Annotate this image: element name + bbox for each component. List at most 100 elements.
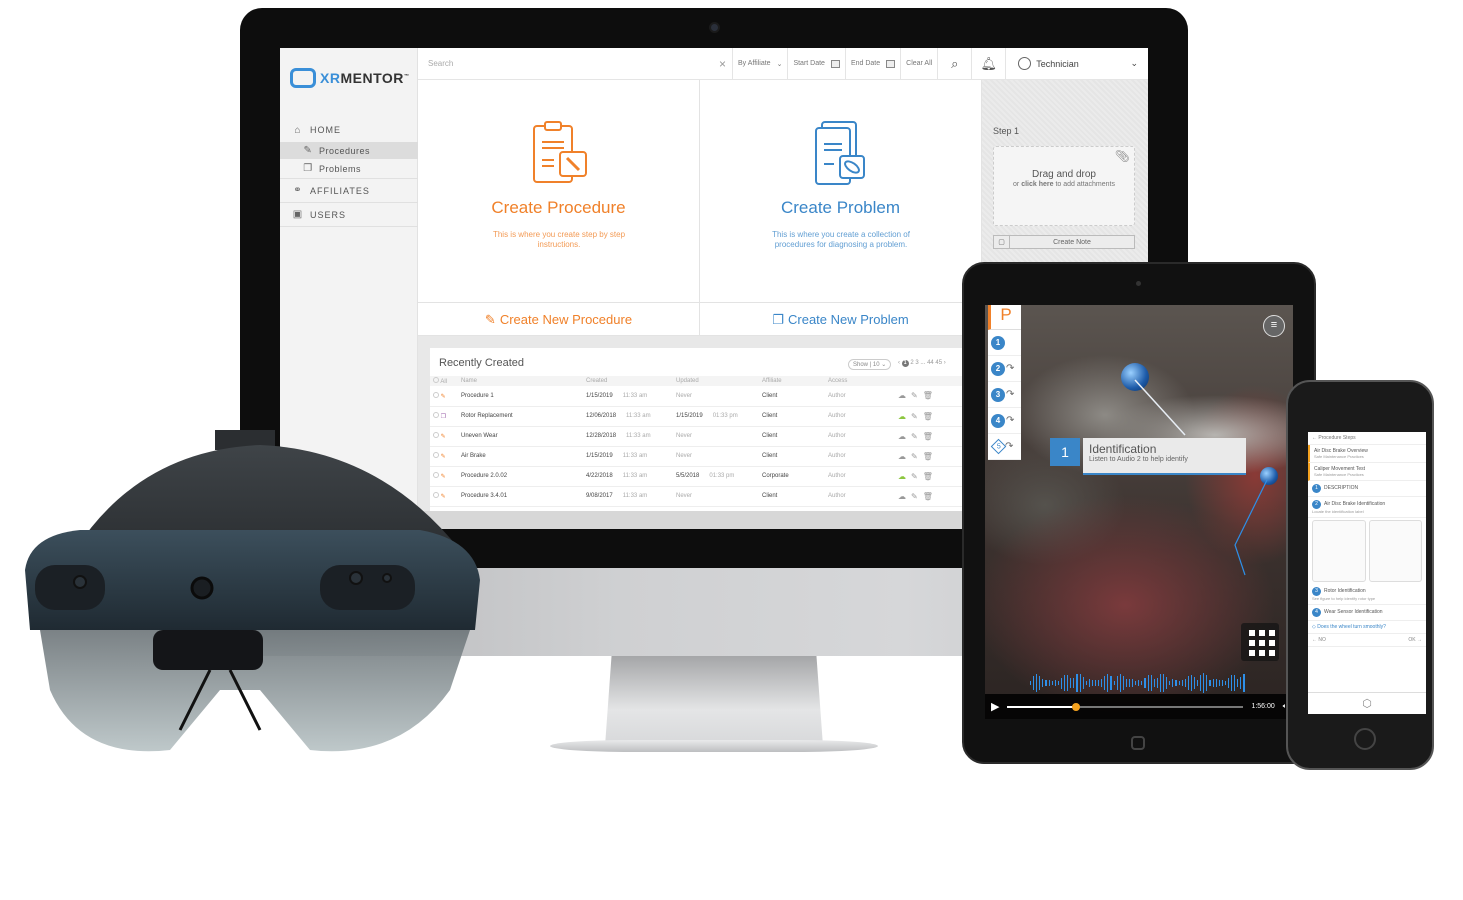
cloud-upload-icon[interactable]: ☁ — [898, 492, 911, 501]
edit-icon[interactable]: ✎ — [911, 452, 923, 461]
create-new-problem-button[interactable]: ❐ Create New Problem — [700, 302, 981, 336]
recently-created-panel: Recently Created Show | 10 ⌄ ‹ 1 2 3 ...… — [430, 348, 982, 511]
phone-step-item[interactable]: 2 Air Disc Brake Identification Locate the… — [1308, 497, 1426, 518]
row-checkbox[interactable]: ❐ — [430, 406, 458, 427]
start-date-field[interactable]: Start Date — [788, 48, 846, 80]
edit-icon[interactable]: ✎ — [911, 472, 923, 481]
waveform-bar — [1088, 679, 1090, 687]
table-row[interactable]: ✎ Procedure 2.0.02 4/22/2018 11:33 am 5/5… — [430, 466, 982, 487]
cloud-upload-icon[interactable]: ☁ — [898, 432, 911, 441]
cloud-synced-icon[interactable]: ☁ — [898, 412, 911, 421]
seek-handle[interactable] — [1071, 702, 1080, 711]
no-button[interactable]: ← NO — [1312, 637, 1326, 643]
trash-icon[interactable]: 🗑︎ — [923, 432, 938, 441]
sidebar-item-home[interactable]: ⌂ HOME — [280, 118, 418, 142]
procedure-icon: ✎ — [303, 145, 313, 156]
waveform-bar — [1206, 675, 1208, 691]
card-description: This is where you create a collection of… — [772, 230, 910, 249]
phone-step-item[interactable]: 1 DESCRIPTION — [1308, 481, 1426, 497]
waveform-bar — [1045, 679, 1047, 687]
cloud-upload-icon[interactable]: ☁ — [898, 452, 911, 461]
trash-icon[interactable]: 🗑︎ — [923, 452, 938, 461]
notifications-button[interactable]: 🔔︎ — [972, 48, 1007, 80]
phone-step-item[interactable]: ◇ Does the wheel turn smoothly? — [1308, 621, 1426, 634]
page-link[interactable]: 45 — [935, 360, 942, 366]
edit-icon[interactable]: ✎ — [911, 432, 923, 441]
search-input[interactable]: Search × — [418, 48, 733, 80]
step-item[interactable]: 3 ↷ — [988, 382, 1021, 408]
row-name[interactable]: Procedure 1 — [458, 386, 583, 407]
brake-caliper-image[interactable] — [1312, 520, 1366, 582]
table-row[interactable]: ✎ Procedure 3.4.01 9/08/2017 11:33 am Nev… — [430, 486, 982, 507]
step-item[interactable]: 4 ↷ — [988, 408, 1021, 434]
back-arrow-icon[interactable]: ← — [1312, 435, 1317, 441]
menu-button[interactable]: ≡ — [1263, 315, 1285, 337]
waveform-bar — [1113, 680, 1115, 686]
affiliate-filter-dropdown[interactable]: By Affiliate ⌄ — [733, 48, 789, 80]
apps-grid-button[interactable] — [1241, 623, 1279, 661]
table-row[interactable]: ❐ Rotor Replacement 12/06/2018 11:33 am 1… — [430, 406, 982, 427]
attachment-dropzone[interactable]: 📎︎ Drag and drop or click here to add at… — [993, 146, 1135, 226]
phone-step-item[interactable]: 4 Wear Sensor Identification — [1308, 605, 1426, 621]
create-problem-card[interactable]: Create Problem This is where you create … — [700, 80, 982, 336]
cloud-upload-icon[interactable]: ☁ — [898, 391, 911, 400]
column-header: Created — [583, 376, 673, 386]
edit-icon[interactable]: ✎ — [911, 391, 923, 400]
step-item[interactable]: 1 — [988, 330, 1021, 356]
step-item[interactable]: 5 ↷ — [988, 434, 1021, 460]
click-here-link[interactable]: click here — [1021, 181, 1053, 188]
create-procedure-card[interactable]: Create Procedure This is where you creat… — [418, 80, 700, 336]
edit-icon[interactable]: ✎ — [911, 492, 923, 501]
hex-logo-icon[interactable]: ⬡ — [1362, 698, 1372, 710]
current-page[interactable]: 1 — [901, 360, 909, 367]
waveform-bar — [1224, 680, 1226, 686]
row-checkbox[interactable]: ✎ — [430, 386, 458, 407]
table-row[interactable]: ✎ Uneven Wear 12/28/2018 11:33 am Never C… — [430, 426, 982, 447]
page-link[interactable]: 2 — [910, 360, 913, 366]
clear-search-icon[interactable]: × — [719, 57, 726, 71]
play-icon[interactable]: ▶ — [991, 700, 999, 713]
ok-button[interactable]: OK → — [1408, 637, 1422, 643]
step-item[interactable]: 2 ↷ — [988, 356, 1021, 382]
cloud-synced-icon[interactable]: ☁ — [898, 472, 911, 481]
table-row[interactable]: ✎ Air Brake 1/15/2019 11:33 am Never Clie… — [430, 446, 982, 467]
prev-page-button[interactable]: ‹ — [898, 360, 900, 366]
step-title: Does the wheel turn smoothly? — [1317, 624, 1386, 630]
phone-step-item[interactable]: Air Disc Brake Overview Safe Maintenance … — [1308, 445, 1426, 463]
row-access: Author — [825, 406, 895, 427]
phone-home-button[interactable] — [1354, 728, 1376, 750]
user-menu[interactable]: Technician ⌄ — [1006, 48, 1148, 80]
page-link[interactable]: 3 — [915, 360, 918, 366]
trash-icon[interactable]: 🗑︎ — [923, 391, 938, 400]
tablet-home-button[interactable] — [1131, 736, 1145, 750]
page-ellipsis: ... — [920, 360, 926, 366]
trash-icon[interactable]: 🗑︎ — [923, 492, 938, 501]
sidebar-item-problems[interactable]: ❐ Problems — [280, 159, 418, 179]
step-title: Rotor Identification — [1324, 588, 1366, 594]
create-note-button[interactable]: ▢ Create Note — [993, 235, 1135, 249]
sidebar-item-users[interactable]: ▣ USERS — [280, 203, 418, 227]
select-all-checkbox[interactable]: All — [430, 376, 458, 386]
edit-icon[interactable]: ✎ — [911, 412, 923, 421]
row-name[interactable]: Rotor Replacement — [458, 406, 583, 427]
page-size-select[interactable]: Show | 10 ⌄ — [848, 359, 892, 370]
waveform-bar — [1132, 679, 1134, 687]
identification-label-image[interactable] — [1368, 520, 1422, 582]
trash-icon[interactable]: 🗑︎ — [923, 412, 938, 421]
column-header: All — [440, 379, 448, 385]
row-created: 12/06/2018 — [586, 413, 617, 419]
search-button[interactable]: ⌕ — [938, 48, 973, 80]
phone-step-item[interactable]: 3 Rotor Identification See figure to help … — [1308, 584, 1426, 605]
clear-all-button[interactable]: Clear All — [901, 48, 939, 80]
table-row[interactable]: ✎ Procedure 1 1/15/2019 11:33 am Never Cl… — [430, 386, 982, 407]
waveform-bar — [1243, 673, 1245, 693]
seek-bar[interactable] — [1007, 702, 1244, 711]
sidebar-item-procedures[interactable]: ✎ Procedures — [280, 142, 418, 159]
end-date-field[interactable]: End Date — [846, 48, 902, 80]
create-new-procedure-button[interactable]: ✎ Create New Procedure — [418, 302, 699, 336]
sidebar-item-affiliates[interactable]: ⚭ AFFILIATES — [280, 179, 418, 203]
phone-step-item[interactable]: Caliper Movement Test Safe Maintenance Pr… — [1308, 463, 1426, 481]
next-page-button[interactable]: › — [944, 360, 946, 366]
page-link[interactable]: 44 — [927, 360, 934, 366]
trash-icon[interactable]: 🗑︎ — [923, 472, 938, 481]
